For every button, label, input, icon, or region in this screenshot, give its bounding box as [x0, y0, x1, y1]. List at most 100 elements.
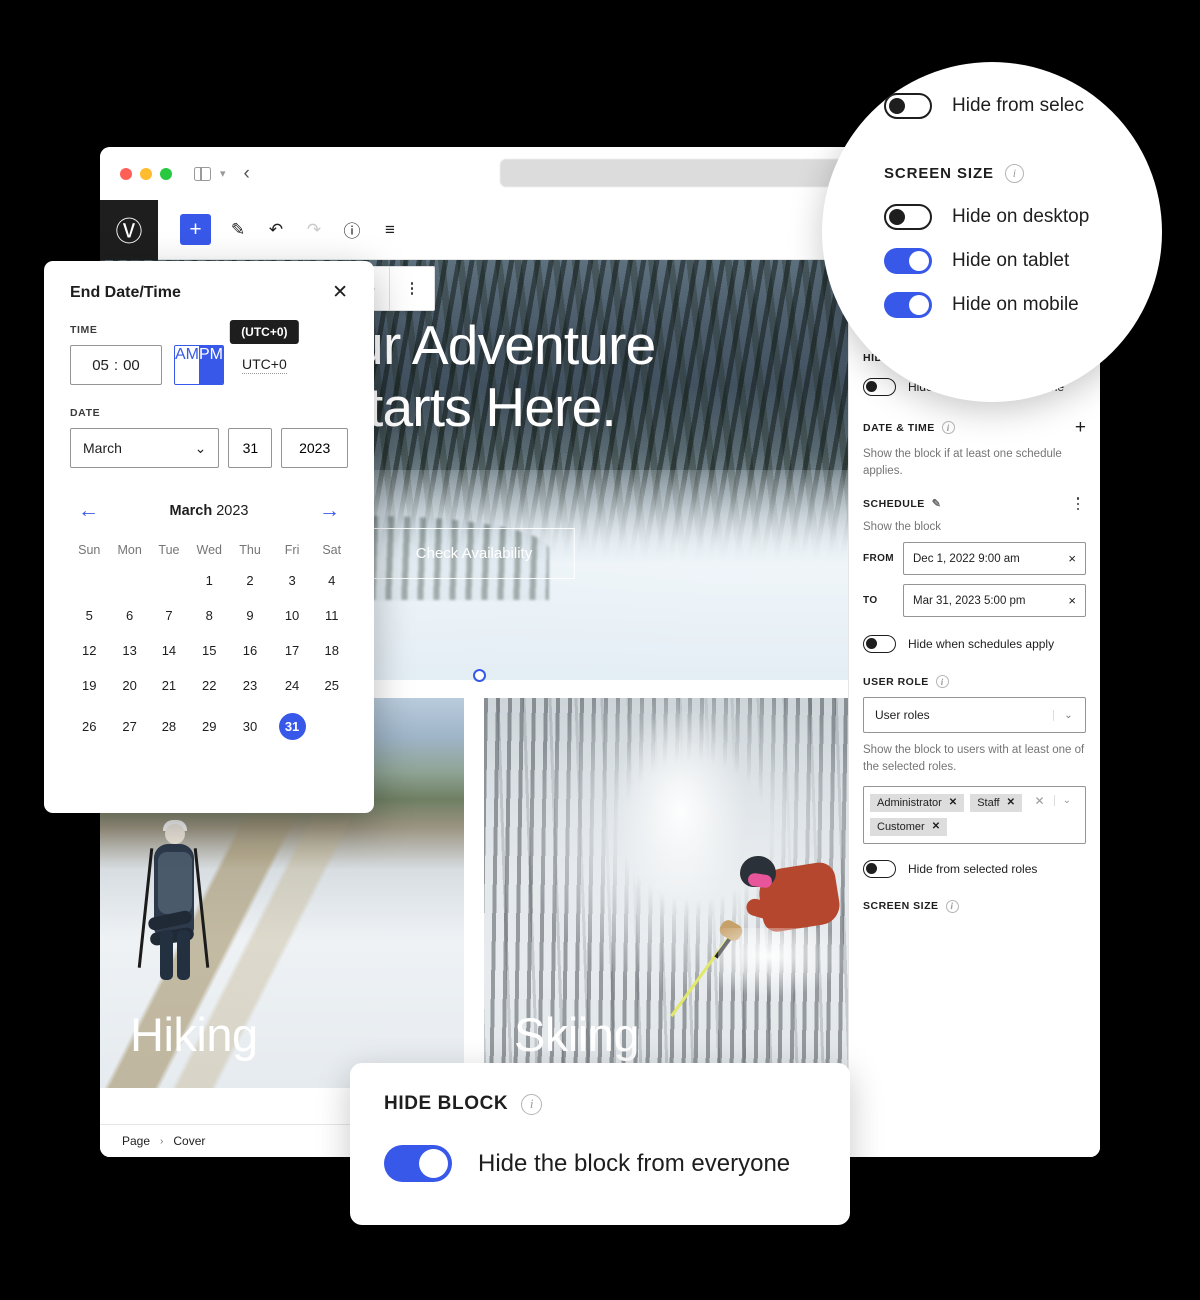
info-icon[interactable]: i: [521, 1093, 543, 1115]
magnified-hide-from-selected-roles-toggle[interactable]: [884, 93, 932, 119]
calendar-day[interactable]: 24: [269, 668, 316, 703]
month-select[interactable]: March ⌄: [70, 428, 220, 468]
calendar-day[interactable]: 9: [231, 598, 268, 633]
edit-pencil-icon[interactable]: ✎: [932, 497, 942, 510]
info-icon[interactable]: i: [1004, 164, 1024, 183]
calendar-day[interactable]: 18: [315, 633, 348, 668]
calendar-day[interactable]: 22: [187, 668, 231, 703]
hide-block-card-toggle-row[interactable]: Hide the block from everyone: [384, 1145, 816, 1182]
details-info-icon[interactable]: ⓘ: [341, 219, 363, 241]
calendar-day[interactable]: 19: [70, 668, 109, 703]
skiing-image-block[interactable]: Skiing: [484, 698, 848, 1088]
add-block-button[interactable]: +: [180, 214, 211, 245]
info-icon[interactable]: i: [935, 675, 949, 689]
calendar-day[interactable]: 12: [70, 633, 109, 668]
back-navigation-icon[interactable]: ‹: [244, 163, 250, 185]
close-icon[interactable]: ✕: [332, 283, 348, 302]
calendar-day[interactable]: 1: [187, 563, 231, 598]
calendar-day[interactable]: 16: [231, 633, 268, 668]
time-input[interactable]: 05 : 00: [70, 345, 162, 385]
hide-from-selected-roles-toggle[interactable]: [863, 859, 896, 878]
calendar-day-selected[interactable]: 31: [269, 703, 316, 750]
info-icon[interactable]: i: [941, 421, 955, 434]
year-input[interactable]: 2023: [281, 428, 348, 468]
am-pm-switch[interactable]: AM PM: [174, 345, 224, 385]
calendar-day[interactable]: 23: [231, 668, 268, 703]
sidebar-toggle-icon[interactable]: ▾: [194, 166, 226, 181]
calendar-day[interactable]: 10: [269, 598, 316, 633]
calendar-day[interactable]: 15: [187, 633, 231, 668]
schedule-more-options-icon[interactable]: [1070, 497, 1086, 511]
role-tag[interactable]: Staff ✕: [970, 793, 1023, 812]
hide-from-roles-row[interactable]: Hide from selected roles: [863, 859, 1086, 878]
calendar-day[interactable]: 6: [109, 598, 151, 633]
calendar-day[interactable]: 3: [269, 563, 316, 598]
calendar-day[interactable]: 30: [231, 703, 268, 750]
hide-on-desktop-toggle[interactable]: [884, 204, 932, 230]
calendar-day[interactable]: [70, 563, 109, 598]
timezone-control[interactable]: (UTC+0) UTC+0: [230, 320, 299, 374]
window-controls[interactable]: [120, 167, 172, 180]
calendar-day[interactable]: 14: [151, 633, 188, 668]
calendar-day[interactable]: [109, 563, 151, 598]
schedule-from-field[interactable]: Dec 1, 2022 9:00 am ×: [903, 542, 1086, 576]
calendar-day[interactable]: [315, 703, 348, 750]
user-roles-select[interactable]: User roles ⌄: [863, 697, 1086, 734]
hide-when-schedules-toggle[interactable]: [863, 635, 896, 654]
magnified-hide-from-roles-row[interactable]: Hide from selec: [884, 84, 1162, 128]
clear-to-icon[interactable]: ×: [1068, 593, 1076, 608]
hide-on-mobile-toggle[interactable]: [884, 292, 932, 318]
minimize-window-button[interactable]: [140, 167, 152, 180]
hide-on-tablet-toggle[interactable]: [884, 248, 932, 274]
calendar-day[interactable]: 25: [315, 668, 348, 703]
clear-from-icon[interactable]: ×: [1068, 551, 1076, 566]
breadcrumb-current[interactable]: Cover: [173, 1134, 205, 1148]
remove-tag-icon[interactable]: ✕: [949, 797, 957, 808]
magnified-hide-on-desktop-row[interactable]: Hide on desktop: [884, 195, 1162, 239]
previous-month-icon[interactable]: ←: [78, 500, 99, 521]
schedule-to-field[interactable]: Mar 31, 2023 5:00 pm ×: [903, 584, 1086, 618]
calendar-day[interactable]: 20: [109, 668, 151, 703]
remove-tag-icon[interactable]: ✕: [1007, 797, 1015, 808]
close-window-button[interactable]: [120, 167, 132, 180]
calendar-day[interactable]: [151, 563, 188, 598]
next-month-icon[interactable]: →: [319, 500, 340, 521]
day-input[interactable]: 31: [228, 428, 273, 468]
chevron-down-icon[interactable]: ▾: [220, 167, 226, 180]
check-availability-button[interactable]: Check Availability: [372, 528, 576, 579]
magnified-hide-on-mobile-row[interactable]: Hide on mobile: [884, 283, 1162, 327]
calendar-day[interactable]: 7: [151, 598, 188, 633]
info-icon[interactable]: i: [945, 899, 959, 913]
redo-icon[interactable]: ↷: [303, 219, 325, 241]
calendar-day[interactable]: 21: [151, 668, 188, 703]
magnified-hide-on-tablet-row[interactable]: Hide on tablet: [884, 239, 1162, 283]
maximize-window-button[interactable]: [160, 167, 172, 180]
hide-when-schedules-row[interactable]: Hide when schedules apply: [863, 635, 1086, 654]
add-schedule-button[interactable]: +: [1075, 418, 1086, 437]
timezone-text[interactable]: UTC+0: [242, 356, 287, 374]
calendar-day[interactable]: 29: [187, 703, 231, 750]
hide-block-card-toggle[interactable]: [384, 1145, 452, 1182]
end-date-time-popup[interactable]: End Date/Time ✕ TIME 05 : 00 AM PM (UTC+…: [44, 261, 374, 813]
cover-resize-handle[interactable]: [473, 669, 486, 682]
calendar-day[interactable]: 8: [187, 598, 231, 633]
calendar-day[interactable]: 5: [70, 598, 109, 633]
wordpress-logo[interactable]: Ⓥ: [100, 199, 158, 260]
tools-pencil-icon[interactable]: ✎: [227, 219, 249, 241]
calendar-day[interactable]: 28: [151, 703, 188, 750]
chevron-down-icon[interactable]: ⌄: [1053, 709, 1083, 721]
calendar-day[interactable]: 26: [70, 703, 109, 750]
clear-all-roles-icon[interactable]: ✕: [1026, 794, 1054, 808]
pm-button[interactable]: PM: [199, 346, 223, 384]
calendar-day[interactable]: 11: [315, 598, 348, 633]
chevron-down-icon[interactable]: ⌄: [1053, 795, 1079, 807]
role-tag[interactable]: Customer ✕: [870, 817, 948, 836]
undo-icon[interactable]: ↶: [265, 219, 287, 241]
calendar-day[interactable]: 4: [315, 563, 348, 598]
remove-tag-icon[interactable]: ✕: [932, 821, 940, 832]
block-more-options-button[interactable]: [390, 267, 434, 310]
am-button[interactable]: AM: [175, 346, 199, 384]
role-tag[interactable]: Administrator ✕: [870, 793, 965, 812]
calendar-day[interactable]: 17: [269, 633, 316, 668]
minute-input[interactable]: 00: [123, 357, 140, 374]
